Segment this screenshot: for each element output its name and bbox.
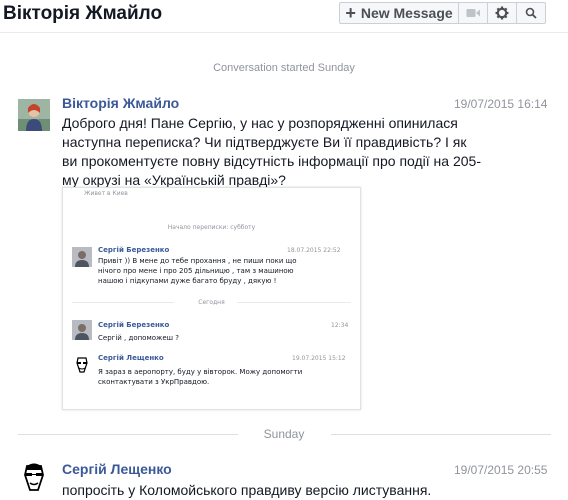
gear-icon: [495, 6, 509, 20]
search-button[interactable]: [517, 2, 546, 24]
conversation-started-label: Conversation started Sunday: [213, 62, 355, 74]
attachment-top-text: Живет в Киев: [84, 190, 128, 197]
attachment-sender: Сергій Березенко: [98, 246, 170, 254]
attachment-started-label: Начало переписки: субботу: [167, 224, 256, 231]
avatar: [72, 320, 92, 340]
video-icon: [466, 9, 480, 17]
attachment-message: Я зараз в аеропорту, буду у вівторок. Мо…: [98, 367, 302, 387]
avatar: [72, 247, 92, 267]
day-divider-line: [331, 434, 551, 435]
attachment-line: нашою і підкупами дуже багато бруду , дя…: [98, 277, 277, 285]
attachment-time: 18.07.2015 22:52: [287, 247, 341, 254]
message-body: попросіть у Коломойського правдиву версі…: [62, 481, 431, 500]
attachment-line: Я зараз в аеропорту, буду у вівторок. Мо…: [98, 368, 303, 376]
attachment-message: Сергій , допоможеш ?: [98, 333, 179, 343]
new-message-label: New Message: [360, 5, 453, 21]
conversation-title: Вікторія Жмайло: [3, 3, 163, 24]
conversation-header: Вікторія Жмайло + New Message: [0, 0, 568, 33]
avatar[interactable]: [18, 99, 50, 131]
attached-image[interactable]: Живет в Киев Начало переписки: субботу С…: [62, 187, 361, 410]
attachment-message: Привіт )) В мене до тебе прохання , не п…: [98, 256, 297, 286]
attachment-time: 12:34: [331, 322, 349, 329]
avatar[interactable]: [18, 462, 50, 494]
attachment-divider: [237, 302, 351, 303]
message-line: наступна переписка? Чи підтверджуєте Ви …: [62, 134, 467, 150]
attachment-sender: Сергій Лещенко: [98, 354, 164, 362]
message-sender[interactable]: Вікторія Жмайло: [62, 95, 179, 111]
avatar: [72, 355, 92, 375]
plus-icon: +: [345, 2, 356, 23]
message-timestamp: 19/07/2015 20:55: [454, 463, 548, 477]
attachment-line: Привіт )) В мене до тебе прохання , не п…: [98, 257, 297, 265]
message-timestamp: 19/07/2015 16:14: [454, 97, 548, 111]
message-sender[interactable]: Сергій Лещенко: [62, 461, 172, 477]
attachment-line: сконтактувати з УкрПравдою.: [98, 378, 210, 386]
message-body: Доброго дня! Пане Сергію, у нас у розпор…: [62, 114, 481, 190]
settings-button[interactable]: [488, 2, 517, 24]
attachment-line: нічого про мене і про 205 дільницю , там…: [98, 267, 294, 275]
video-call-button[interactable]: [459, 2, 488, 24]
new-message-button[interactable]: + New Message: [339, 2, 459, 24]
message-line: Доброго дня! Пане Сергію, у нас у розпор…: [62, 115, 458, 131]
message-line: ви прокоментуєте повну відсутність інфор…: [62, 153, 481, 169]
attachment-time: 19.07.2015 15:12: [292, 355, 346, 362]
header-toolbar: + New Message: [339, 2, 546, 26]
message-line: попросіть у Коломойського правдиву версі…: [62, 482, 432, 498]
attachment-sender: Сергій Березенко: [98, 321, 170, 329]
search-icon: [525, 7, 537, 19]
attachment-line: Сергій , допоможеш ?: [98, 334, 179, 342]
